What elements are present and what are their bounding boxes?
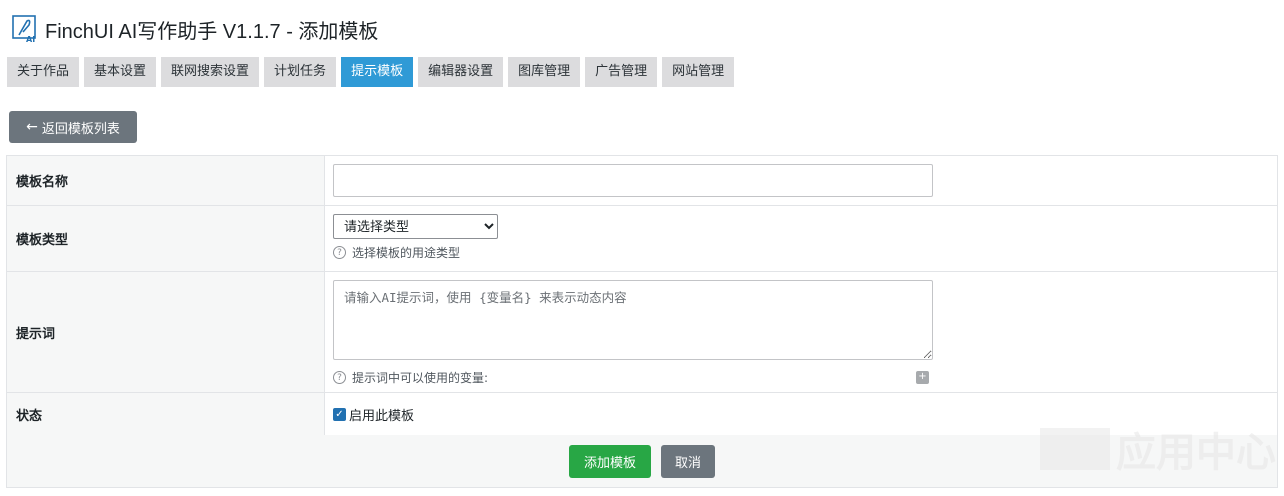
tab-site-management[interactable]: 网站管理 (662, 57, 735, 87)
type-field-cell: 请选择类型 ? 选择模板的用途类型 (325, 206, 1277, 271)
tab-editor-settings[interactable]: 编辑器设置 (418, 57, 504, 87)
form-row-status: 状态 ✓ 启用此模板 (7, 393, 1277, 435)
type-hint: ? 选择模板的用途类型 (333, 244, 1269, 261)
enable-template-checkbox-wrap: ✓ 启用此模板 (333, 402, 414, 426)
expand-variables-icon[interactable]: + (916, 371, 929, 384)
tab-gallery-management[interactable]: 图库管理 (508, 57, 581, 87)
type-label: 模板类型 (7, 206, 325, 271)
type-hint-text: 选择模板的用途类型 (352, 246, 461, 260)
name-field-cell (325, 156, 1277, 205)
enable-template-label[interactable]: 启用此模板 (349, 405, 414, 424)
name-label: 模板名称 (7, 156, 325, 205)
prompt-label: 提示词 (7, 272, 325, 392)
arrow-left-icon: ← (26, 119, 38, 135)
prompt-textarea[interactable] (333, 280, 933, 360)
status-field-cell: ✓ 启用此模板 (325, 393, 1277, 435)
tab-ad-management[interactable]: 广告管理 (585, 57, 658, 87)
form-row-name: 模板名称 (7, 156, 1277, 206)
app-logo-icon: AI (12, 15, 36, 43)
page-title: FinchUI AI写作助手 V1.1.7 - 添加模板 (45, 20, 379, 43)
question-icon: ? (333, 246, 346, 259)
title-bar: AI FinchUI AI写作助手 V1.1.7 - 添加模板 (12, 14, 378, 44)
prompt-hint: ? 提示词中可以使用的变量: (333, 369, 488, 386)
form-row-prompt: 提示词 ? 提示词中可以使用的变量: + (7, 272, 1277, 393)
cancel-button[interactable]: 取消 (661, 444, 715, 478)
status-label: 状态 (7, 393, 325, 435)
svg-text:AI: AI (26, 35, 35, 43)
tab-scheduled-tasks[interactable]: 计划任务 (264, 57, 337, 87)
form-actions: 添加模板 取消 (6, 435, 1278, 488)
tab-basic-settings[interactable]: 基本设置 (84, 57, 157, 87)
back-to-list-button[interactable]: ← 返回模板列表 (9, 111, 137, 143)
tab-prompt-templates[interactable]: 提示模板 (341, 57, 414, 87)
tab-web-search-settings[interactable]: 联网搜索设置 (161, 57, 260, 87)
tab-about[interactable]: 关于作品 (7, 57, 80, 87)
prompt-hint-text: 提示词中可以使用的变量: (352, 371, 489, 385)
back-button-label: 返回模板列表 (41, 121, 120, 137)
add-template-button[interactable]: 添加模板 (569, 444, 651, 478)
prompt-field-cell: ? 提示词中可以使用的变量: + (325, 272, 1277, 392)
prompt-hint-row: ? 提示词中可以使用的变量: + (333, 369, 929, 386)
template-form: 模板名称 模板类型 请选择类型 ? 选择模板的用途类型 提示词 ? 提示词中可以… (6, 155, 1278, 436)
form-row-type: 模板类型 请选择类型 ? 选择模板的用途类型 (7, 206, 1277, 272)
enable-template-checkbox[interactable]: ✓ (333, 407, 346, 421)
tab-bar: 关于作品 基本设置 联网搜索设置 计划任务 提示模板 编辑器设置 图库管理 广告… (7, 57, 739, 87)
template-type-select[interactable]: 请选择类型 (333, 214, 498, 239)
question-icon: ? (333, 371, 346, 384)
template-name-input[interactable] (333, 164, 933, 197)
